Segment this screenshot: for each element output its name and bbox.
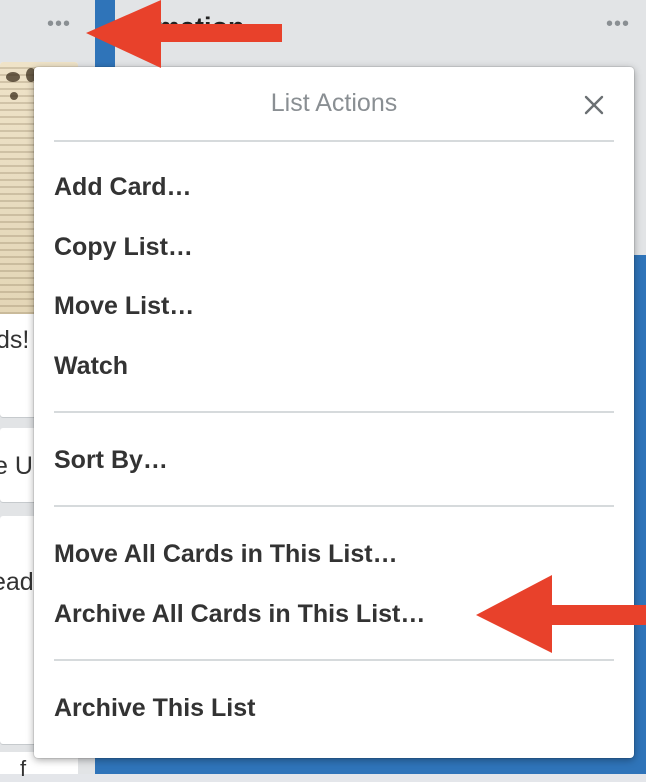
annotation-arrow-icon (476, 575, 646, 653)
menu-item-copy-list[interactable]: Copy List… (54, 230, 193, 264)
left-list-menu-icon[interactable]: ••• (47, 14, 71, 34)
card-title-text: e U (0, 452, 33, 480)
divider (54, 505, 614, 507)
menu-item-move-all-cards[interactable]: Move All Cards in This List… (54, 537, 398, 571)
menu-item-watch[interactable]: Watch (54, 349, 128, 383)
menu-item-archive-list[interactable]: Archive This List (54, 691, 255, 725)
divider (54, 411, 614, 413)
card-title-text: f (20, 756, 27, 781)
card-title-text: ds! (0, 326, 30, 354)
menu-item-sort-by[interactable]: Sort By… (54, 443, 168, 477)
popup-title: List Actions (270, 89, 398, 117)
card-title-text: ead (0, 568, 34, 596)
close-icon[interactable] (583, 94, 605, 116)
list-actions-popup: List Actions Add Card… Copy List… Move L… (34, 67, 634, 758)
divider (54, 140, 614, 142)
menu-item-add-card[interactable]: Add Card… (54, 170, 192, 204)
annotation-arrow-icon (86, 0, 282, 68)
menu-item-archive-all-cards[interactable]: Archive All Cards in This List… (54, 597, 425, 631)
divider (54, 659, 614, 661)
right-list-menu-icon[interactable]: ••• (606, 14, 630, 34)
menu-item-move-list[interactable]: Move List… (54, 289, 194, 323)
